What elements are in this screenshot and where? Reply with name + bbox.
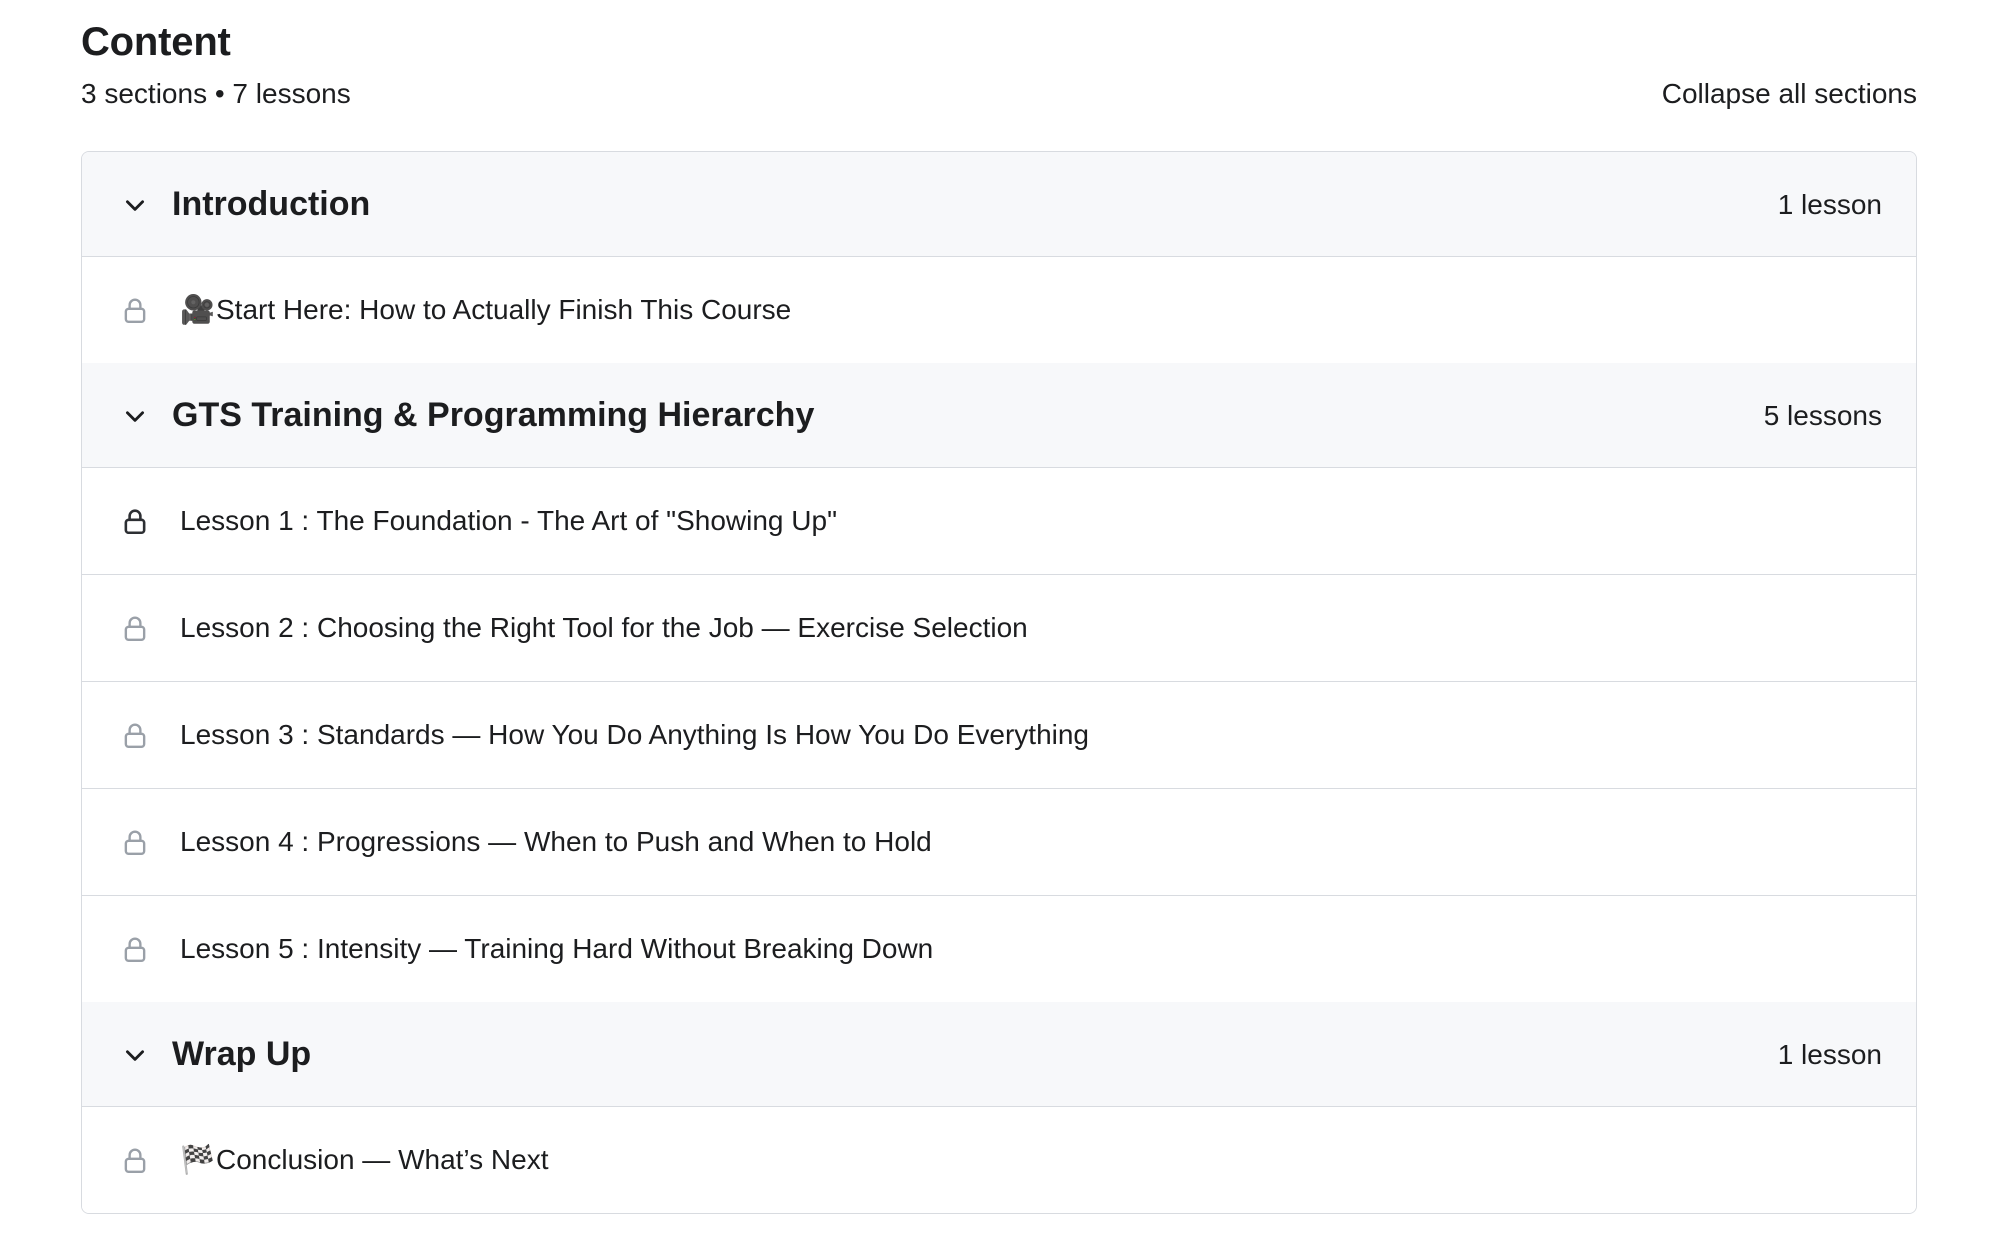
section-lesson-count: 1 lesson: [1777, 189, 1882, 220]
section-title: Introduction: [172, 185, 371, 223]
lesson-item[interactable]: Lesson 5 : Intensity — Training Hard Wit…: [82, 896, 1916, 1002]
lesson-item[interactable]: Lesson 2 : Choosing the Right Tool for t…: [82, 575, 1916, 682]
lesson-item[interactable]: Lesson 1 : The Foundation - The Art of "…: [82, 468, 1916, 575]
lesson-title: Lesson 1 : The Foundation - The Art of "…: [180, 505, 838, 536]
chevron-down-icon: [126, 1050, 144, 1061]
video-camera-icon: 🎥: [180, 294, 215, 325]
curriculum-accordion: Introduction 1 lesson 🎥Start Here: How t…: [81, 151, 1917, 1214]
lesson-title-text: Start Here: How to Actually Finish This …: [216, 294, 792, 325]
lesson-title: Lesson 4 : Progressions — When to Push a…: [180, 826, 932, 857]
lesson-title: Lesson 2 : Choosing the Right Tool for t…: [180, 612, 1028, 643]
lesson-title-text: Conclusion — What’s Next: [216, 1144, 549, 1175]
lesson-title: 🎥Start Here: How to Actually Finish This…: [180, 257, 791, 363]
lesson-title: Lesson 5 : Intensity — Training Hard Wit…: [180, 933, 934, 964]
section-lesson-count: 1 lesson: [1777, 1039, 1882, 1070]
chevron-down-icon: [126, 200, 144, 211]
lock-icon: [124, 1148, 146, 1173]
lock-icon: [124, 509, 146, 535]
lock-icon: [124, 830, 146, 855]
lesson-title: Lesson 3 : Standards — How You Do Anythi…: [180, 719, 1090, 750]
checkered-flag-icon: 🏁: [180, 1144, 215, 1175]
section-header-gts-training[interactable]: GTS Training & Programming Hierarchy 5 l…: [82, 363, 1916, 468]
section-header-wrap-up[interactable]: Wrap Up 1 lesson: [82, 1002, 1916, 1107]
lock-icon: [124, 937, 146, 962]
lesson-title: 🏁Conclusion — What’s Next: [180, 1107, 549, 1213]
chevron-down-icon: [126, 411, 144, 422]
lesson-item[interactable]: 🏁Conclusion — What’s Next: [82, 1107, 1916, 1213]
section-title: GTS Training & Programming Hierarchy: [172, 396, 815, 434]
lesson-item[interactable]: Lesson 4 : Progressions — When to Push a…: [82, 789, 1916, 896]
lesson-item[interactable]: 🎥Start Here: How to Actually Finish This…: [82, 257, 1916, 363]
lock-icon: [124, 298, 146, 323]
course-summary: 3 sections • 7 lessons: [81, 78, 351, 109]
section-lesson-count: 5 lessons: [1763, 400, 1882, 431]
lock-icon: [124, 616, 146, 641]
lesson-item[interactable]: Lesson 3 : Standards — How You Do Anythi…: [82, 682, 1916, 789]
section-title: Wrap Up: [172, 1035, 312, 1073]
collapse-all-sections-button[interactable]: Collapse all sections: [1662, 76, 1917, 112]
page-title: Content: [81, 20, 231, 64]
section-header-introduction[interactable]: Introduction 1 lesson: [82, 152, 1916, 257]
lock-icon: [124, 723, 146, 748]
